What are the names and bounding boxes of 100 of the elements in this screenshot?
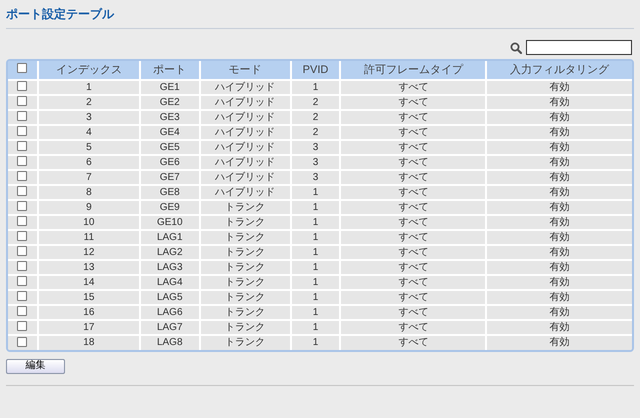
column-header: モード — [200, 61, 291, 80]
table-cell: ハイブリッド — [215, 172, 276, 182]
table-cell: すべて — [398, 142, 428, 152]
table-cell: トランク — [225, 202, 266, 212]
table-cell: GE9 — [160, 202, 180, 212]
table-cell: 有効 — [550, 82, 570, 92]
table-cell: 2 — [312, 96, 318, 108]
checkbox[interactable] — [17, 261, 28, 271]
table-cell: すべて — [398, 82, 428, 92]
table-cell: 3 — [312, 172, 318, 182]
checkbox[interactable] — [17, 171, 28, 181]
table-cell: 1 — [312, 82, 318, 92]
table-cell: 有効 — [550, 322, 570, 332]
table-cell: トランク — [225, 292, 266, 302]
table-cell: すべて — [398, 156, 428, 168]
checkbox[interactable] — [17, 96, 28, 106]
table-cell: GE8 — [160, 186, 180, 198]
table-cell: 有効 — [550, 156, 570, 168]
table-cell: LAG7 — [156, 322, 183, 332]
column-header: 入力フィルタリング — [486, 61, 632, 80]
table-cell: 有効 — [550, 142, 570, 152]
table-cell: 2 — [312, 112, 318, 122]
checkbox[interactable] — [17, 186, 28, 196]
table-cell: LAG4 — [156, 276, 183, 288]
table-cell: GE2 — [160, 96, 180, 108]
table-cell: 9 — [86, 202, 92, 212]
checkbox[interactable] — [17, 141, 28, 151]
table-cell: 14 — [83, 276, 94, 288]
edit-button[interactable]: 編集 — [6, 358, 65, 374]
page-title: ポート設定テーブル — [6, 7, 114, 21]
table-cell: すべて — [398, 262, 428, 272]
table-cell: トランク — [225, 306, 266, 318]
table-cell: すべて — [398, 96, 428, 108]
table-cell: 有効 — [550, 337, 570, 348]
table-cell: LAG6 — [156, 306, 183, 318]
checkbox[interactable] — [17, 306, 28, 316]
table-cell: 12 — [83, 246, 94, 258]
table-cell: 有効 — [550, 186, 570, 198]
table-cell: 有効 — [550, 172, 570, 182]
table-cell: すべて — [398, 246, 428, 258]
checkbox[interactable] — [17, 216, 28, 226]
checkbox[interactable] — [17, 81, 28, 91]
table-cell: 有効 — [550, 216, 570, 228]
table-cell: 3 — [86, 112, 92, 122]
table-cell: 16 — [83, 306, 94, 318]
checkbox[interactable] — [17, 321, 28, 331]
table-cell: すべて — [398, 322, 428, 332]
checkbox[interactable] — [17, 276, 28, 286]
table-cell: トランク — [225, 337, 266, 348]
table-cell: 18 — [83, 337, 94, 348]
table-cell: 有効 — [550, 276, 570, 288]
table-cell: ハイブリッド — [215, 82, 276, 92]
table-cell: 1 — [312, 232, 318, 242]
table-cell: ハイブリッド — [215, 112, 276, 122]
table-cell: すべて — [398, 186, 428, 198]
table-cell: ハイブリッド — [215, 142, 276, 152]
table-cell: 7 — [86, 172, 92, 182]
table-cell: ハイブリッド — [215, 186, 276, 198]
table-cell: 1 — [312, 202, 318, 212]
checkbox[interactable] — [17, 201, 28, 211]
checkbox[interactable] — [17, 126, 28, 136]
table-cell: GE5 — [160, 142, 180, 152]
checkbox[interactable] — [17, 291, 28, 301]
table-cell: ハイブリッド — [215, 96, 276, 108]
table-cell: すべて — [398, 216, 428, 228]
table-cell: 2 — [312, 126, 318, 138]
checkbox[interactable] — [17, 111, 28, 121]
table-cell: トランク — [225, 232, 266, 242]
table-cell: すべて — [398, 126, 428, 138]
table-cell: 有効 — [550, 262, 570, 272]
checkbox[interactable] — [17, 156, 28, 166]
table-cell: 5 — [86, 142, 92, 152]
table-cell: 有効 — [550, 126, 570, 138]
table-cell: 有効 — [550, 292, 570, 302]
table-cell: 1 — [312, 306, 318, 318]
column-header: 許可フレームタイプ — [340, 61, 486, 80]
column-header: インデックス — [38, 61, 140, 80]
table-cell: LAG3 — [156, 262, 183, 272]
table-cell: GE10 — [156, 216, 183, 228]
checkbox[interactable] — [17, 62, 28, 72]
table-cell: 1 — [86, 82, 92, 92]
table-cell: すべて — [398, 292, 428, 302]
table-cell: 1 — [312, 216, 318, 228]
checkbox[interactable] — [17, 231, 28, 241]
table-cell: GE7 — [160, 172, 180, 182]
table-cell: すべて — [398, 337, 428, 348]
table-cell: 1 — [312, 322, 318, 332]
table-cell: トランク — [225, 276, 266, 288]
checkbox[interactable] — [17, 246, 28, 256]
table-cell: すべて — [398, 202, 428, 212]
table-cell: すべて — [398, 276, 428, 288]
table-cell: 6 — [86, 156, 92, 168]
checkbox[interactable] — [17, 336, 28, 346]
table-cell: GE3 — [160, 112, 180, 122]
column-header: ポート — [140, 61, 200, 80]
search-field[interactable] — [526, 40, 632, 55]
table-cell: 11 — [84, 232, 94, 242]
table-cell: 15 — [83, 292, 94, 302]
table-cell: トランク — [225, 216, 266, 228]
table-cell: ハイブリッド — [215, 126, 276, 138]
